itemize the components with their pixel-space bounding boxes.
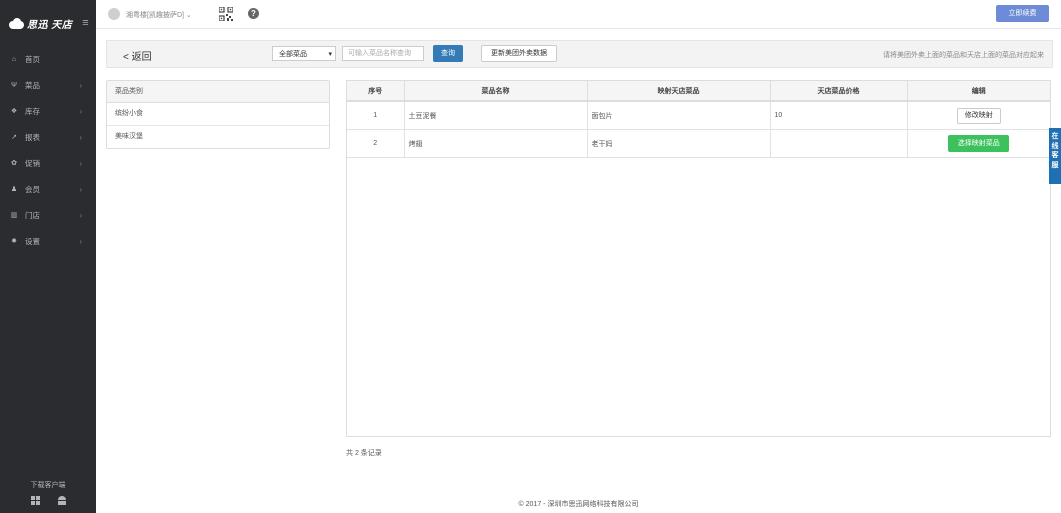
chevron-down-icon: ⌄: [185, 12, 192, 19]
table-header-row: 序号 菜品名称 映射天店菜品 天店菜品价格 编辑: [347, 81, 1050, 102]
cubes-icon: ❖: [10, 108, 18, 115]
user-menu[interactable]: 湘粤楼[凯趣披萨D] ⌄: [126, 10, 192, 20]
sidebar-item-label: 促销: [25, 158, 40, 168]
chevron-right-icon: ›: [79, 106, 82, 116]
column-header: 编辑: [907, 81, 1050, 102]
cell-action: 修改映射: [907, 101, 1050, 130]
chevron-right-icon: ›: [79, 210, 82, 220]
sidebar-item-4[interactable]: ✿ 促销 ›: [0, 150, 96, 176]
logo-text: 思迅 天店: [27, 19, 73, 31]
sidebar-item-label: 报表: [25, 132, 40, 142]
windows-icon[interactable]: [30, 496, 40, 505]
sidebar-item-label: 菜品: [25, 80, 40, 90]
cutlery-icon: Ψ: [11, 81, 17, 89]
category-panel: 菜品类别 缤纷小食 美味汉堡: [106, 80, 330, 149]
cell-action: 选择映射菜品: [907, 129, 1050, 158]
category-header: 菜品类别: [107, 81, 329, 103]
back-link[interactable]: < 返回: [123, 48, 152, 63]
logo: 思迅 天店 ≡: [0, 0, 96, 46]
category-list: 缤纷小食 美味汉堡: [107, 103, 329, 148]
mapping-hint: 请将美团外卖上面的菜品和天店上面的菜品对应起来: [883, 52, 1044, 59]
sidebar-item-5[interactable]: ♟ 会员 ›: [0, 176, 96, 202]
record-count: 共 2 条记录: [346, 450, 382, 457]
sidebar-item-label: 库存: [25, 106, 40, 116]
search-input[interactable]: [342, 46, 424, 61]
users-icon: ♟: [10, 186, 18, 193]
sidebar-item-label: 设置: [25, 236, 40, 246]
table-body: 1 土豆泥餐 面包片 10 修改映射 2 烤翅 老干妈 选择映射菜品: [347, 101, 1050, 158]
query-button[interactable]: 查询: [433, 45, 463, 62]
download-client: 下载客户端: [0, 480, 96, 505]
sidebar-item-label: 会员: [25, 184, 40, 194]
menu-toggle-icon[interactable]: ≡: [82, 17, 88, 29]
dish-table: 序号 菜品名称 映射天店菜品 天店菜品价格 编辑 1 土豆泥餐 面包片 10 修改映射 2 烤翅 老干…: [346, 80, 1051, 437]
download-label: 下载客户端: [30, 482, 66, 489]
line-chart-icon: ↗: [11, 134, 17, 141]
home-icon: ⌂: [11, 55, 17, 63]
cell-mapped: 老干妈: [587, 129, 771, 158]
cell-price: [770, 129, 908, 158]
category-item[interactable]: 美味汉堡: [107, 126, 329, 148]
user-name: 湘粤楼[凯趣披萨D]: [126, 12, 186, 19]
cell-index: 2: [347, 129, 405, 158]
chevron-right-icon: ›: [79, 236, 82, 246]
column-header: 映射天店菜品: [587, 81, 771, 102]
avatar[interactable]: [108, 8, 120, 20]
cell-index: 1: [347, 101, 405, 130]
cell-price: 10: [770, 101, 908, 130]
renew-button[interactable]: 立即续费: [996, 5, 1049, 22]
help-icon[interactable]: ?: [248, 8, 259, 19]
sidebar-item-3[interactable]: ↗ 报表 ›: [0, 124, 96, 150]
android-icon[interactable]: [57, 496, 66, 505]
topbar: 湘粤楼[凯趣披萨D] ⌄ ? 立即续费: [96, 0, 1061, 29]
column-header: 序号: [347, 81, 405, 102]
sidebar-item-label: 首页: [25, 54, 40, 64]
online-service-widget[interactable]: 在线客服: [1049, 128, 1061, 184]
chevron-right-icon: ›: [79, 158, 82, 168]
gear-icon: ✹: [11, 238, 17, 245]
sidebar-item-2[interactable]: ❖ 库存 ›: [0, 98, 96, 124]
sidebar-item-label: 门店: [25, 210, 40, 220]
sidebar-item-7[interactable]: ✹ 设置 ›: [0, 228, 96, 254]
category-select[interactable]: 全部菜品: [272, 46, 336, 62]
modify-mapping-button[interactable]: 修改映射: [956, 107, 1001, 124]
column-header: 菜品名称: [404, 81, 588, 102]
bank-icon: ▥: [10, 212, 18, 219]
qr-code-icon[interactable]: [219, 7, 233, 21]
cell-name: 烤翅: [404, 129, 588, 158]
cell-mapped: 面包片: [587, 101, 771, 130]
select-mapping-button[interactable]: 选择映射菜品: [948, 135, 1010, 152]
footer: © 2017 - 深圳市思迅网络科技有限公司: [518, 501, 639, 508]
sidebar-item-1[interactable]: Ψ 菜品 ›: [0, 72, 96, 98]
chevron-right-icon: ›: [79, 80, 82, 90]
category-item[interactable]: 缤纷小食: [107, 103, 329, 126]
gift-icon: ✿: [11, 160, 17, 167]
column-header: 天店菜品价格: [770, 81, 908, 102]
table-row: 2 烤翅 老干妈 选择映射菜品: [347, 129, 1050, 158]
filter-bar: < 返回 全部菜品 查询 更新美团外卖数据 请将美团外卖上面的菜品和天店上面的菜…: [106, 40, 1053, 68]
sidebar-item-6[interactable]: ▥ 门店 ›: [0, 202, 96, 228]
cell-name: 土豆泥餐: [404, 101, 588, 130]
table-row: 1 土豆泥餐 面包片 10 修改映射: [347, 101, 1050, 130]
sidebar: 思迅 天店 ≡ ⌂ 首页 Ψ 菜品 › ❖ 库存 › ↗ 报表 › ✿ 促销 › ♟ 会员 › ▥ 门店 › ✹ 设置 › …: [0, 0, 96, 513]
sidebar-item-0[interactable]: ⌂ 首页: [0, 46, 96, 72]
chevron-right-icon: ›: [79, 132, 82, 142]
cloud-logo-icon: [9, 17, 24, 29]
sidebar-nav: ⌂ 首页 Ψ 菜品 › ❖ 库存 › ↗ 报表 › ✿ 促销 › ♟ 会员 › ▥ 门店 › ✹ 设置 ›: [0, 46, 96, 254]
chevron-right-icon: ›: [79, 184, 82, 194]
update-meituan-button[interactable]: 更新美团外卖数据: [481, 45, 557, 62]
